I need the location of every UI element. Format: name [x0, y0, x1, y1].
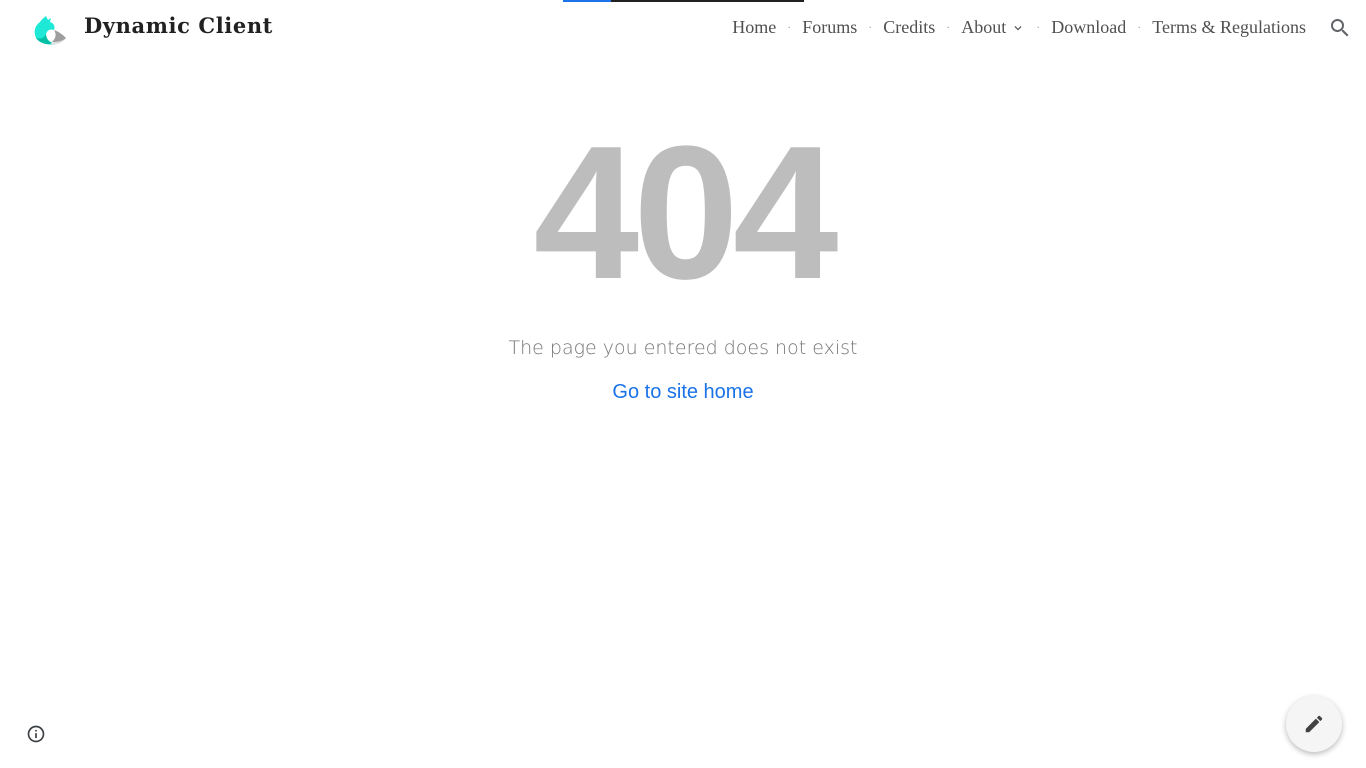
nav-item-forums[interactable]: Forums: [802, 17, 857, 38]
nav-item-download[interactable]: Download: [1051, 17, 1126, 38]
nav-item-label: Download: [1051, 17, 1127, 37]
nav-item-label: Credits: [883, 17, 936, 37]
search-icon[interactable]: [1328, 16, 1352, 40]
nav-item-label: Home: [732, 17, 777, 37]
nav-item-label: About: [961, 17, 1007, 37]
edit-button[interactable]: [1286, 696, 1342, 752]
nav-item-terms[interactable]: Terms & Regulations: [1152, 17, 1306, 38]
nav-separator: ·: [868, 20, 873, 34]
info-icon[interactable]: [26, 724, 46, 744]
go-to-site-home-link[interactable]: Go to site home: [612, 381, 753, 403]
nav-item-credits[interactable]: Credits: [883, 17, 935, 38]
main-nav: Home · Forums · Credits · About · Downlo…: [732, 17, 1306, 38]
nav-item-home[interactable]: Home: [732, 17, 776, 38]
nav-item-about[interactable]: About: [961, 17, 1025, 38]
pencil-icon: [1305, 715, 1323, 733]
nav-separator: ·: [1137, 20, 1142, 34]
nav-separator: ·: [946, 20, 951, 34]
site-header: Dynamic Client Home · Forums · Credits ·…: [0, 0, 1366, 56]
error-message: The page you entered does not exist: [508, 337, 858, 359]
error-code: 404: [533, 107, 838, 319]
home-link-container: Go to site home: [0, 381, 1366, 404]
site-title[interactable]: Dynamic Client: [84, 13, 273, 38]
nav-item-label: Forums: [802, 17, 858, 37]
nav-separator: ·: [1036, 20, 1041, 34]
bird-logo-icon[interactable]: [32, 12, 68, 48]
nav-item-label: Terms & Regulations: [1152, 17, 1306, 37]
nav-separator: ·: [787, 20, 792, 34]
chevron-down-icon[interactable]: [1011, 21, 1025, 35]
